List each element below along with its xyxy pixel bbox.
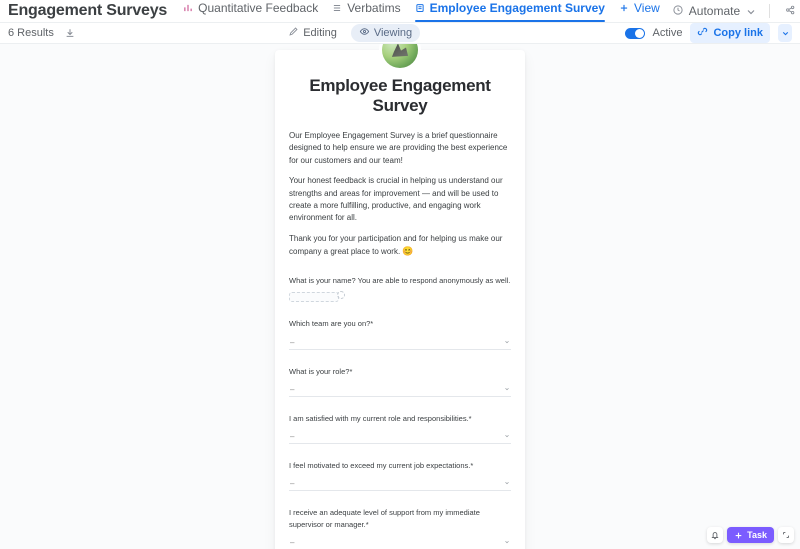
question-label: What is your role?* [289, 366, 511, 377]
bar-chart-icon [183, 3, 193, 13]
survey-page: Employee Engagement Survey Our Employee … [275, 50, 525, 549]
mode-toggle: Editing Viewing [280, 24, 420, 42]
active-toggle[interactable] [625, 28, 645, 39]
copy-link-dropdown[interactable] [778, 24, 792, 42]
share-icon [784, 4, 796, 19]
active-label: Active [653, 27, 683, 39]
smile-emoji: 😊 [402, 246, 413, 256]
tab-verbatims[interactable]: Verbatims [332, 1, 400, 21]
question-support: I receive an adequate level of support f… [289, 507, 511, 549]
automate-label: Automate [689, 4, 740, 18]
floating-action-row: Task [707, 527, 794, 543]
top-bar: Engagement Surveys Quantitative Feedback… [0, 0, 800, 22]
support-select[interactable]: – [289, 536, 511, 549]
chevron-down-icon [504, 432, 510, 441]
chevron-down-icon [504, 385, 510, 394]
select-value: – [290, 338, 295, 347]
header-avatar-wrap [382, 44, 418, 68]
question-label: I am satisfied with my current role and … [289, 413, 511, 424]
chevron-down-icon [745, 6, 755, 16]
select-value: – [290, 479, 295, 488]
question-label: I receive an adequate level of support f… [289, 507, 511, 530]
results-count: 6 Results [8, 27, 54, 39]
attachment-placeholder[interactable] [289, 292, 339, 302]
select-value: – [290, 432, 295, 441]
workspace-title: Engagement Surveys [8, 2, 167, 20]
question-motivated: I feel motivated to exceed my current jo… [289, 460, 511, 491]
form-canvas[interactable]: Employee Engagement Survey Our Employee … [0, 44, 800, 549]
clock-icon [672, 4, 684, 19]
plus-icon [619, 3, 629, 13]
automate-button[interactable]: Automate [672, 4, 755, 19]
share-button[interactable]: Share [784, 4, 800, 19]
header-avatar [382, 44, 418, 68]
question-satisfied: I am satisfied with my current role and … [289, 413, 511, 444]
copy-link-label: Copy link [713, 27, 763, 39]
intro-paragraph: Our Employee Engagement Survey is a brie… [289, 130, 511, 167]
add-view-label: View [634, 1, 660, 15]
editing-label: Editing [303, 27, 337, 39]
question-name: What is your name? You are able to respo… [289, 275, 511, 302]
question-label: What is your name? You are able to respo… [289, 275, 511, 286]
task-label: Task [747, 530, 767, 540]
view-tabs: Quantitative Feedback Verbatims Employee… [183, 1, 660, 21]
copy-link-button[interactable]: Copy link [690, 23, 770, 43]
question-team: Which team are you on?* – [289, 318, 511, 349]
tab-employee-engagement-survey[interactable]: Employee Engagement Survey [415, 1, 605, 21]
task-fab[interactable]: Task [727, 527, 774, 543]
editing-mode-button[interactable]: Editing [280, 24, 345, 42]
toolbar: 6 Results Editing Viewing Active Copy li… [0, 22, 800, 44]
tab-label: Quantitative Feedback [198, 1, 318, 15]
form-intro: Our Employee Engagement Survey is a brie… [289, 130, 511, 259]
viewing-mode-button[interactable]: Viewing [351, 24, 420, 42]
satisfied-select[interactable]: – [289, 430, 511, 444]
link-icon [697, 26, 708, 40]
question-role: What is your role?* – [289, 366, 511, 397]
pencil-icon [288, 26, 299, 40]
form-icon [415, 3, 425, 13]
list-icon [332, 3, 342, 13]
tab-quantitative-feedback[interactable]: Quantitative Feedback [183, 1, 318, 21]
expand-fab[interactable] [778, 527, 794, 543]
add-view-button[interactable]: View [619, 1, 660, 21]
tab-label: Verbatims [347, 1, 400, 15]
vertical-divider [769, 4, 770, 18]
chevron-down-icon [504, 479, 510, 488]
viewing-label: Viewing [374, 27, 412, 39]
select-value: – [290, 385, 295, 394]
tab-label: Employee Engagement Survey [430, 1, 605, 15]
question-label: Which team are you on?* [289, 318, 511, 329]
eye-icon [359, 26, 370, 40]
select-value: – [290, 538, 295, 547]
intro-paragraph: Your honest feedback is crucial in helpi… [289, 175, 511, 225]
question-label: I feel motivated to exceed my current jo… [289, 460, 511, 471]
form-heading: Employee Engagement Survey [289, 76, 511, 116]
intro-paragraph: Thank you for your participation and for… [289, 233, 511, 259]
team-select[interactable]: – [289, 336, 511, 350]
download-button[interactable] [64, 27, 76, 39]
chevron-down-icon [504, 338, 510, 347]
notifications-fab[interactable] [707, 527, 723, 543]
motivated-select[interactable]: – [289, 477, 511, 491]
role-select[interactable]: – [289, 383, 511, 397]
chevron-down-icon [504, 538, 510, 547]
